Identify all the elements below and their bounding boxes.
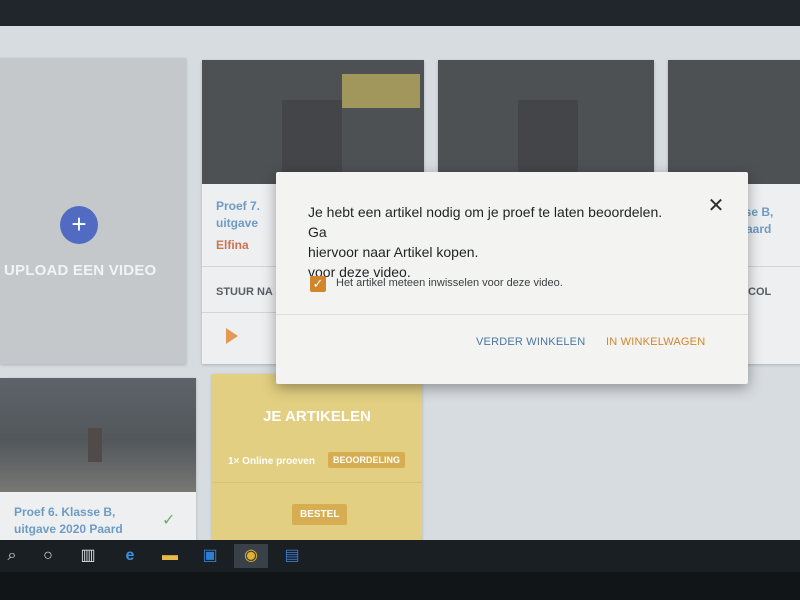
article-required-dialog: Je hebt een artikel nodig om je proef te… <box>276 172 748 384</box>
cortana-icon[interactable]: ○ <box>36 544 60 568</box>
redeem-checkbox-label[interactable]: Het artikel meteen inwisselen voor deze … <box>336 277 563 289</box>
close-icon[interactable]: ✕ <box>706 196 726 216</box>
dialog-message: Je hebt een artikel nodig om je proef te… <box>308 204 663 280</box>
edge-icon[interactable]: e <box>118 544 142 568</box>
continue-shopping-button[interactable]: VERDER WINKELEN <box>476 336 585 348</box>
add-to-cart-button[interactable]: IN WINKELWAGEN <box>606 336 705 348</box>
monitor-bezel-top <box>0 0 800 26</box>
screen: + UPLOAD EEN VIDEO Proef 7. uitgave Elfi… <box>0 0 800 540</box>
outlook-icon[interactable]: ▣ <box>198 544 222 568</box>
word-icon[interactable]: ▤ <box>280 544 304 568</box>
search-icon[interactable]: ⌕ <box>0 544 24 568</box>
divider <box>276 314 748 315</box>
task-view-icon[interactable]: ▥ <box>76 544 100 568</box>
chrome-icon[interactable]: ◉ <box>234 544 268 568</box>
monitor-bezel-bottom <box>0 572 800 600</box>
file-explorer-icon[interactable]: ▬ <box>158 544 182 568</box>
redeem-checkbox[interactable]: ✓ <box>310 276 326 292</box>
taskbar: ⌕ ○ ▥ e ▬ ▣ ◉ ▤ <box>0 540 800 572</box>
video-dashboard: + UPLOAD EEN VIDEO Proef 7. uitgave Elfi… <box>0 26 800 540</box>
